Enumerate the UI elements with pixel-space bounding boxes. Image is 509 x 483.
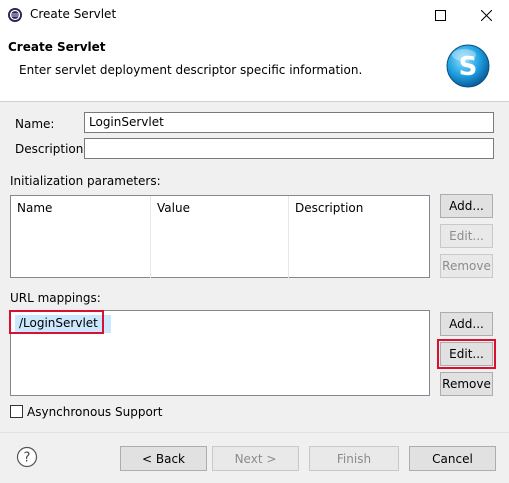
column-header-description[interactable]: Description (289, 196, 429, 279)
servlet-logo-icon: S (446, 44, 490, 88)
wizard-banner: Create Servlet Enter servlet deployment … (0, 30, 509, 102)
init-params-table[interactable]: Name Value Description (10, 195, 430, 279)
name-field[interactable]: LoginServlet (84, 112, 494, 133)
url-mappings-list[interactable]: /LoginServlet (10, 310, 430, 396)
init-edit-button[interactable]: Edit... (440, 224, 493, 248)
next-button[interactable]: Next > (212, 446, 299, 471)
banner-description: Enter servlet deployment descriptor spec… (19, 63, 363, 77)
back-button[interactable]: < Back (120, 446, 207, 471)
close-button[interactable] (463, 0, 509, 30)
close-icon (480, 9, 492, 21)
help-icon[interactable]: ? (16, 446, 38, 468)
maximize-button[interactable] (417, 0, 463, 30)
finish-button[interactable]: Finish (309, 446, 399, 471)
window-title: Create Servlet (30, 7, 117, 21)
svg-text:S: S (459, 52, 478, 82)
column-header-value[interactable]: Value (151, 196, 289, 279)
init-add-button[interactable]: Add... (440, 194, 493, 218)
url-add-button[interactable]: Add... (440, 312, 493, 336)
banner-title: Create Servlet (8, 40, 106, 54)
cancel-button[interactable]: Cancel (409, 446, 496, 471)
url-remove-button[interactable]: Remove (440, 372, 493, 396)
column-header-name[interactable]: Name (11, 196, 151, 279)
title-bar: Create Servlet (0, 0, 509, 30)
svg-text:?: ? (24, 451, 31, 466)
async-support-checkbox[interactable] (10, 405, 23, 418)
description-field[interactable] (84, 138, 494, 159)
list-item[interactable]: /LoginServlet (15, 315, 111, 333)
name-label: Name: (15, 117, 55, 131)
init-params-label: Initialization parameters: (10, 174, 161, 188)
url-edit-button[interactable]: Edit... (440, 342, 493, 366)
footer-separator (0, 432, 509, 433)
url-mappings-label: URL mappings: (10, 291, 101, 305)
description-label: Description: (15, 142, 88, 156)
name-field-value: LoginServlet (89, 115, 164, 129)
maximize-icon (434, 9, 446, 21)
eclipse-app-icon (8, 8, 22, 22)
init-remove-button[interactable]: Remove (440, 254, 493, 278)
async-support-label: Asynchronous Support (27, 405, 163, 419)
